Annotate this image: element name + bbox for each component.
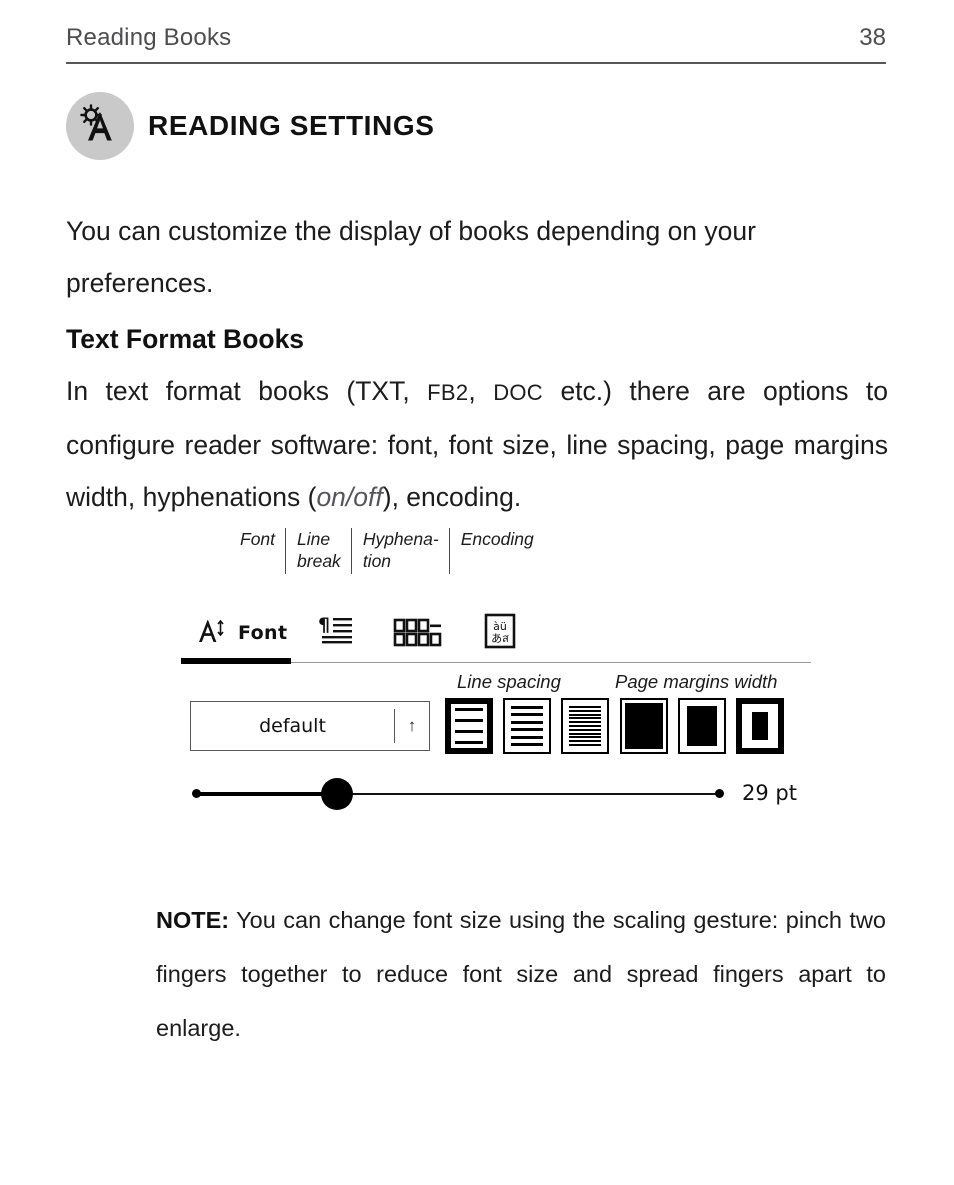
encoding-charset-icon: àü あส: [483, 613, 517, 654]
note-text: You can change font size using the scali…: [156, 907, 886, 1041]
settings-tabbar: Font ¶ àü あส: [181, 610, 811, 670]
font-size-value: 29 pt: [742, 781, 797, 805]
preview-textblock: [752, 712, 768, 740]
line-spacing-label: Line spacing: [457, 671, 561, 692]
tab-font-label: Font: [238, 622, 288, 644]
preview-textblock: [687, 706, 717, 746]
svg-text:¶: ¶: [318, 614, 330, 636]
font-size-slider[interactable]: [192, 778, 724, 810]
slider-handle[interactable]: [321, 778, 354, 810]
page-header: Reading Books 38: [66, 24, 886, 64]
chevron-up-icon[interactable]: ↑: [395, 716, 429, 736]
font-settings-icon: [66, 92, 134, 160]
page-margins-label: Page margins width: [615, 671, 778, 692]
tab-encoding[interactable]: àü あส: [483, 610, 524, 656]
page-margins-option-wide[interactable]: [736, 698, 784, 754]
callout-encoding: Encoding: [460, 529, 534, 549]
font-family-select[interactable]: default ↑: [190, 701, 430, 751]
callout-font: Font: [240, 529, 276, 549]
note-label: NOTE:: [156, 907, 230, 933]
slider-start-cap: [192, 789, 201, 798]
page-margins-options: [620, 698, 784, 754]
hyphenation-blocks-icon: [393, 615, 443, 652]
preview-lines: [455, 708, 483, 744]
page-header-title: Reading Books: [66, 24, 232, 51]
page-number: 38: [859, 24, 886, 51]
preview-lines: [511, 706, 543, 746]
line-spacing-options: [445, 698, 609, 754]
format-doc: DOC: [493, 380, 543, 405]
pilcrow-lines-icon: ¶: [318, 614, 354, 653]
intro-paragraph: You can customize the display of books d…: [66, 216, 756, 298]
tab-hyphenation[interactable]: [393, 610, 450, 656]
page-margins-option-medium[interactable]: [678, 698, 726, 754]
note-block: NOTE: You can change font size using the…: [156, 893, 886, 1055]
svg-text:あส: あส: [491, 632, 509, 645]
callout-labels: Font Line break Hyphena-tion Encoding: [240, 528, 544, 574]
preview-textblock: [625, 703, 663, 749]
section-heading: READING SETTINGS: [66, 92, 435, 160]
paragraph-part-4: ), encoding.: [382, 482, 522, 512]
reading-settings-mockup: Font Line break Hyphena-tion Encoding Fon…: [0, 528, 954, 828]
callout-line-break: Line break: [297, 529, 341, 571]
tab-font[interactable]: Font: [197, 610, 287, 656]
preview-lines: [569, 706, 601, 746]
font-size-a-icon: [197, 616, 231, 651]
line-spacing-option-loose[interactable]: [445, 698, 493, 754]
slider-end-cap: [715, 789, 724, 798]
format-fb2: FB2: [427, 380, 469, 405]
page-title: READING SETTINGS: [148, 110, 435, 141]
font-family-value: default: [259, 715, 326, 737]
page-margins-option-narrow[interactable]: [620, 698, 668, 754]
tab-line-break[interactable]: ¶: [318, 610, 361, 656]
paragraph-part-1: In text format books (TXT,: [66, 376, 428, 406]
subheading: Text Format Books: [66, 324, 305, 354]
paragraph-part-2: ,: [468, 376, 494, 406]
format-paragraph: In text format books (TXT, FB2, DOC etc.…: [66, 365, 888, 523]
slider-fill: [196, 792, 338, 796]
line-spacing-option-tight[interactable]: [561, 698, 609, 754]
onoff-emphasis: on/off: [316, 482, 383, 512]
callout-hyphenation: Hyphena-tion: [362, 529, 439, 571]
tab-active-indicator: [181, 658, 291, 664]
line-spacing-option-normal[interactable]: [503, 698, 551, 754]
